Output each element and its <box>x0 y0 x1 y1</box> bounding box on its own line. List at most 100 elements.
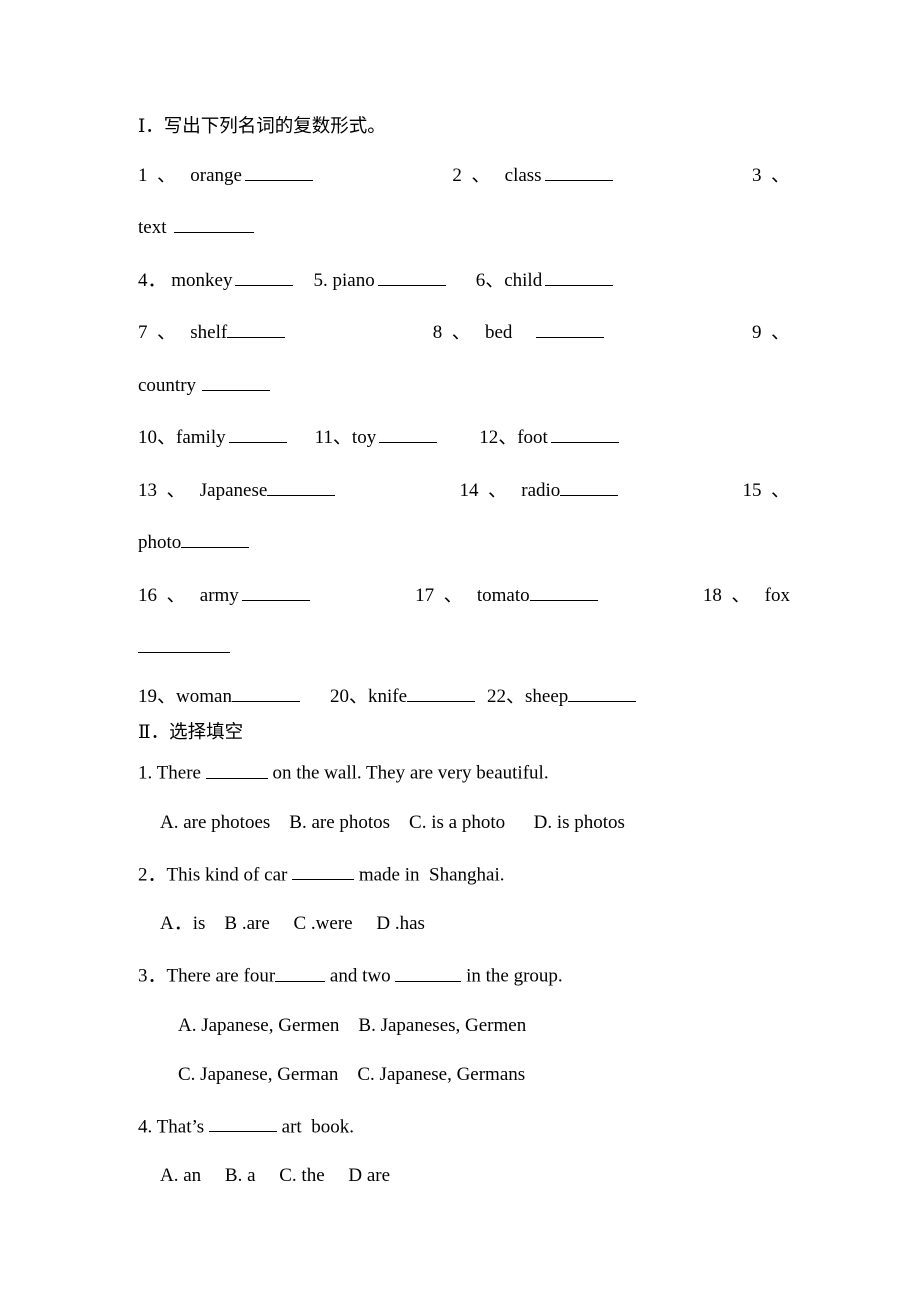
fill-item: 1 、 orange <box>138 163 313 185</box>
answer-blank[interactable] <box>292 862 355 881</box>
item-number: 16 、 <box>138 584 186 606</box>
item-word: fox <box>764 584 790 606</box>
fill-item: 7 、 shelf <box>138 320 286 344</box>
answer-blank[interactable] <box>529 582 598 601</box>
item-number: 11、 <box>314 427 352 449</box>
fill-item: 18 、 fox <box>703 586 790 605</box>
answer-blank[interactable] <box>379 425 438 444</box>
item-number: 5. <box>313 269 333 291</box>
answer-blank[interactable] <box>267 477 336 496</box>
mc-question-stem: 3．There are four and two in the group. <box>138 963 790 987</box>
answer-blank[interactable] <box>202 372 271 391</box>
item-word: radio <box>521 479 561 501</box>
fill-item: 19、 woman <box>138 683 300 707</box>
stem-text-after: art book. <box>276 1116 354 1138</box>
answer-blank[interactable] <box>235 267 294 286</box>
answer-blank[interactable] <box>568 683 637 702</box>
answer-blank[interactable] <box>173 215 254 234</box>
item-word: army <box>199 584 239 606</box>
answer-blank[interactable] <box>377 267 446 286</box>
fill-row-continuation: country <box>138 372 790 396</box>
item-word: knife <box>367 685 408 707</box>
mc-options[interactable]: A．is B .are C .were D .has <box>160 914 790 933</box>
answer-blank[interactable] <box>241 582 310 601</box>
section-two-heading: Ⅱ．选择填空 <box>138 722 244 743</box>
item-number: 18 、 <box>702 584 751 606</box>
item-word: bed <box>485 322 513 344</box>
stem-text-after: on the wall. They are very beautiful. <box>267 762 549 784</box>
item-word: child <box>504 269 543 291</box>
item-number: 4． <box>138 269 167 291</box>
item-number: 17 、 <box>415 584 463 606</box>
answer-blank[interactable] <box>550 425 619 444</box>
fill-item: 4． monkey <box>138 267 294 291</box>
item-number: 7 、 <box>138 322 177 344</box>
fill-row: 10、 family 11、 toy 12、 foot <box>138 425 790 447</box>
fill-item: country <box>138 372 271 396</box>
fill-row: 16 、 army 17 、 tomato 18 、 fox <box>138 582 790 606</box>
item-word: woman <box>176 685 232 707</box>
fill-row-continuation: text <box>138 215 790 237</box>
mc-options[interactable]: C. Japanese, German C. Japanese, Germans <box>178 1065 790 1084</box>
answer-blank[interactable] <box>244 163 313 181</box>
item-number: 8 、 <box>432 322 471 344</box>
answer-blank[interactable] <box>138 635 230 654</box>
fill-item: 20、 knife <box>330 683 476 707</box>
answer-blank[interactable] <box>227 320 286 339</box>
answer-blank[interactable] <box>231 683 300 702</box>
answer-blank[interactable] <box>407 683 476 702</box>
item-word: toy <box>351 427 377 449</box>
fill-item: 2 、 class <box>452 163 613 186</box>
answer-blank[interactable] <box>205 760 268 779</box>
item-word: piano <box>332 269 375 291</box>
fill-row-continuation <box>138 635 790 654</box>
fill-item: 5. piano <box>313 267 446 291</box>
fill-item: 15 、 <box>742 481 790 500</box>
answer-blank[interactable] <box>544 163 613 181</box>
fill-row: 13 、 Japanese 14 、 radio 15 、 <box>138 477 790 501</box>
mc-options[interactable]: A. an B. a C. the D are <box>160 1166 790 1185</box>
item-word: text <box>138 217 167 239</box>
mc-question-stem: 4. That’s art book. <box>138 1114 790 1136</box>
stem-text-before: 1. There <box>138 762 206 784</box>
item-number: 6、 <box>475 269 505 291</box>
mc-question-stem: 2．This kind of car made in Shanghai. <box>138 862 790 884</box>
fill-item: 14 、 radio <box>459 477 619 501</box>
fill-item: 13 、 Japanese <box>138 477 336 501</box>
item-word: class <box>504 164 542 186</box>
fill-item: 6、 child <box>475 267 614 291</box>
answer-blank[interactable] <box>181 530 250 549</box>
stem-text-before: 4. That’s <box>138 1116 209 1138</box>
answer-blank[interactable] <box>395 963 462 982</box>
item-number: 12、 <box>479 427 518 449</box>
stem-text-mid: and two <box>325 965 396 987</box>
fill-item: 16 、 army <box>138 582 310 606</box>
mc-options[interactable]: A. are photoes B. are photos C. is a pho… <box>160 813 790 832</box>
item-word: shelf <box>190 322 228 344</box>
item-word: foot <box>517 427 548 449</box>
item-word: country <box>138 374 197 396</box>
answer-blank[interactable] <box>208 1114 277 1133</box>
mc-options[interactable]: A. Japanese, Germen B. Japaneses, Germen <box>178 1016 790 1035</box>
item-word: sheep <box>525 685 569 707</box>
fill-item <box>138 635 230 654</box>
stem-text-before: 3．There are four <box>138 965 276 987</box>
stem-text-after: in the group. <box>461 965 563 987</box>
item-word: orange <box>190 164 242 186</box>
answer-blank[interactable] <box>545 267 614 286</box>
fill-row: 19、 woman 20、 knife 22、 sheep <box>138 683 790 707</box>
fill-row: 4． monkey 5. piano 6、 child <box>138 267 790 291</box>
stem-text-before: 2．This kind of car <box>138 864 293 886</box>
item-number: 1 、 <box>138 164 177 186</box>
answer-blank[interactable] <box>560 477 619 496</box>
fill-item: 12、 foot <box>479 425 619 447</box>
answer-blank[interactable] <box>536 320 605 339</box>
answer-blank[interactable] <box>275 963 326 982</box>
item-number: 13 、 <box>138 479 186 501</box>
item-number: 9 、 <box>751 322 790 344</box>
fill-row-continuation: photo <box>138 530 790 552</box>
section-one-heading: Ⅰ．写出下列名词的复数形式。 <box>138 117 386 137</box>
answer-blank[interactable] <box>228 425 287 444</box>
item-number: 10、 <box>138 427 177 449</box>
fill-item: text <box>138 215 254 237</box>
